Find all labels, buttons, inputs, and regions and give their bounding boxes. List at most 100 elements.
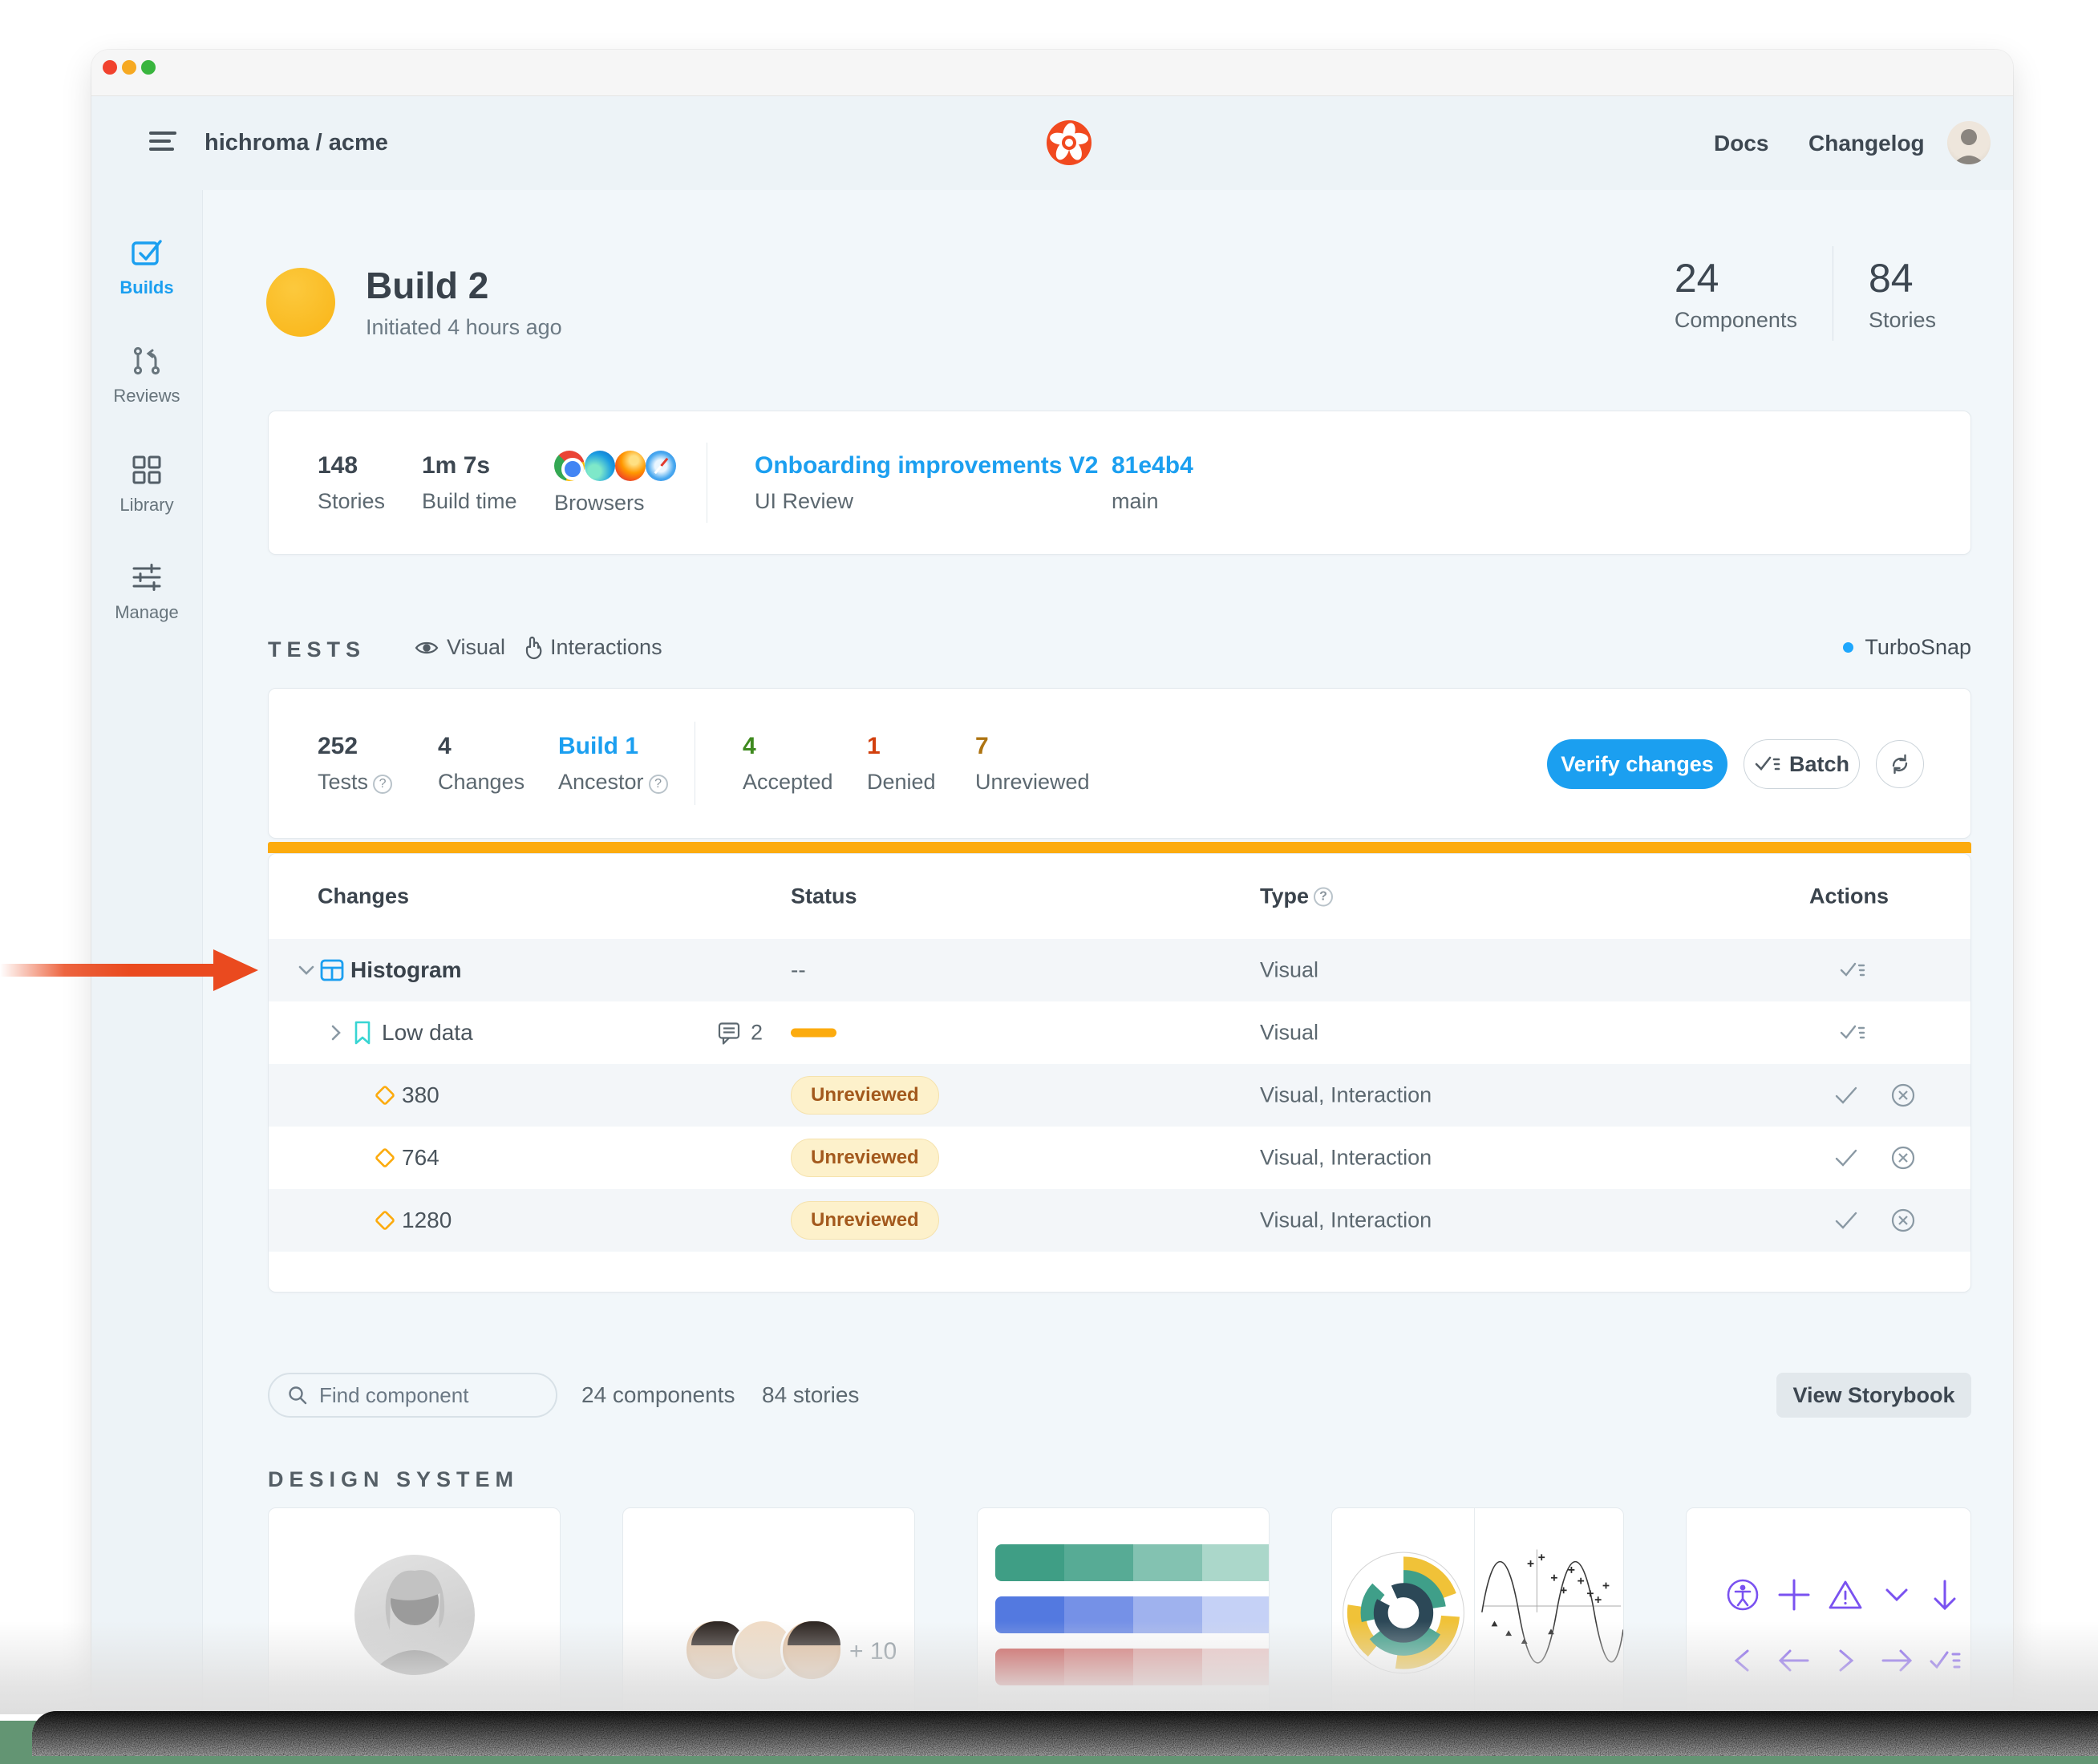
changelog-link[interactable]: Changelog <box>1808 96 1925 190</box>
deny-x-circle-icon[interactable] <box>1890 1145 1916 1171</box>
table-header-row: Changes Status Type? Actions <box>269 854 1970 939</box>
minimize-window-button[interactable] <box>122 60 136 75</box>
chrome-browser-icon <box>554 451 585 481</box>
user-avatar[interactable] <box>1947 121 1991 164</box>
sidebar-item-label: Library <box>91 495 202 516</box>
verify-changes-button[interactable]: Verify changes <box>1547 739 1727 789</box>
deny-x-circle-icon[interactable] <box>1890 1208 1916 1233</box>
status-badge: Unreviewed <box>791 1139 939 1177</box>
accept-check-icon[interactable] <box>1834 1148 1858 1167</box>
eye-icon <box>415 640 439 656</box>
row-type: Visual, Interaction <box>1260 1083 1432 1108</box>
row-type: Visual <box>1260 1021 1318 1046</box>
accept-check-icon[interactable] <box>1834 1211 1858 1230</box>
chromatic-logo-icon[interactable] <box>1047 120 1092 165</box>
tests-section-header: TESTS Visual Interactions <box>268 633 1971 666</box>
row-status: -- <box>791 957 806 983</box>
docs-link[interactable]: Docs <box>1714 96 1768 190</box>
project-breadcrumb[interactable]: hichroma / acme <box>205 96 388 190</box>
batch-accept-icon[interactable] <box>1839 960 1866 981</box>
branch-link[interactable]: Onboarding improvements V2 <box>755 452 1112 479</box>
sidebar-item-manage[interactable]: Manage <box>91 560 202 623</box>
components-count-text: 24 components <box>581 1382 735 1408</box>
refresh-button[interactable] <box>1876 740 1924 788</box>
column-status: Status <box>791 884 857 909</box>
tests-heading: TESTS <box>268 637 366 662</box>
sidebar-item-library[interactable]: Library <box>91 453 202 516</box>
sidebar-item-label: Builds <box>91 277 202 298</box>
row-type: Visual <box>1260 958 1318 983</box>
sidebar-item-reviews[interactable]: Reviews <box>91 344 202 407</box>
row-label: 764 <box>402 1145 439 1171</box>
unreviewed-count: 7 Unreviewed <box>975 733 1104 795</box>
build-header: Build 2 Initiated 4 hours ago <box>266 264 562 340</box>
row-label: Histogram <box>350 957 461 983</box>
chevron-down-icon[interactable] <box>296 960 317 981</box>
batch-accept-icon[interactable] <box>1839 1022 1866 1043</box>
table-row-1280[interactable]: 1280 Unreviewed Visual, Interaction <box>269 1189 1970 1252</box>
comment-icon <box>717 1021 741 1045</box>
row-label: 1280 <box>402 1208 452 1233</box>
main-content: Build 2 Initiated 4 hours ago 24 Compone… <box>203 190 2013 1712</box>
summary-build-time: 1m 7s Build time <box>422 452 554 514</box>
deny-x-circle-icon[interactable] <box>1890 1082 1916 1108</box>
ancestor-build: Build 1 Ancestor? <box>558 733 695 795</box>
row-type: Visual, Interaction <box>1260 1208 1432 1233</box>
sidebar-item-builds[interactable]: Builds <box>91 236 202 298</box>
branch-link-block: Onboarding improvements V2 UI Review <box>755 452 1112 514</box>
table-row-low-data[interactable]: Low data 2 Visual <box>269 1001 1970 1064</box>
batch-button[interactable]: Batch <box>1744 739 1860 789</box>
builds-checkbox-icon <box>130 236 164 269</box>
viewport-diamond-icon <box>374 1084 396 1107</box>
edge-browser-icon <box>585 451 615 481</box>
view-storybook-button[interactable]: View Storybook <box>1776 1373 1971 1418</box>
reviews-pullrequest-icon <box>130 344 164 378</box>
component-grid-icon <box>320 959 344 981</box>
plus-icon <box>1776 1577 1812 1612</box>
zoom-window-button[interactable] <box>141 60 156 75</box>
library-grid-icon <box>130 453 164 487</box>
menu-icon[interactable] <box>149 131 176 154</box>
manage-sliders-icon <box>130 560 164 594</box>
filter-interactions[interactable]: Interactions <box>523 635 662 660</box>
help-icon[interactable]: ? <box>373 775 392 794</box>
summary-stories: 148 Stories <box>318 452 422 514</box>
search-input[interactable] <box>319 1383 520 1408</box>
row-label: 380 <box>402 1082 439 1108</box>
build-status-dot <box>266 268 335 337</box>
ancestor-build-link[interactable]: Build 1 <box>558 733 695 760</box>
commit-link[interactable]: 81e4b4 <box>1112 452 1193 479</box>
comment-count[interactable]: 2 <box>717 1021 763 1046</box>
arrow-down-icon <box>1927 1577 1962 1612</box>
build-subtitle: Initiated 4 hours ago <box>366 315 562 340</box>
bottom-fade-overlay <box>0 1621 2098 1714</box>
chevron-down-icon <box>1879 1577 1914 1612</box>
turbosnap-dot-icon <box>1843 642 1853 653</box>
table-row-764[interactable]: 764 Unreviewed Visual, Interaction <box>269 1127 1970 1189</box>
denied-count: 1 Denied <box>867 733 975 795</box>
pointer-hand-icon <box>523 636 542 660</box>
help-icon[interactable]: ? <box>1314 887 1333 906</box>
build-progress-bar <box>268 842 1971 853</box>
help-icon[interactable]: ? <box>649 775 668 794</box>
component-search <box>268 1373 557 1418</box>
filter-visual[interactable]: Visual <box>415 635 505 660</box>
app-header: hichroma / acme Docs Changelog <box>91 96 2013 190</box>
status-badge: Unreviewed <box>791 1201 939 1240</box>
page-title: Build 2 <box>366 264 562 307</box>
design-system-heading: DESIGN SYSTEM <box>268 1467 519 1492</box>
warning-triangle-icon <box>1828 1577 1863 1612</box>
row-type: Visual, Interaction <box>1260 1146 1432 1171</box>
changes-table: Changes Status Type? Actions Histogram -… <box>268 853 1971 1293</box>
viewport-diamond-icon <box>374 1209 396 1232</box>
table-row-380[interactable]: 380 Unreviewed Visual, Interaction <box>269 1064 1970 1127</box>
story-bookmark-icon <box>354 1021 371 1045</box>
table-row-histogram[interactable]: Histogram -- Visual <box>269 939 1970 1001</box>
chevron-right-icon[interactable] <box>326 1022 346 1043</box>
viewport-diamond-icon <box>374 1147 396 1169</box>
accept-check-icon[interactable] <box>1834 1086 1858 1105</box>
close-window-button[interactable] <box>103 60 117 75</box>
row-label: Low data <box>382 1020 473 1046</box>
build-totals: 24 Components 84 Stories <box>1639 246 1971 341</box>
stories-count-text: 84 stories <box>762 1382 859 1408</box>
